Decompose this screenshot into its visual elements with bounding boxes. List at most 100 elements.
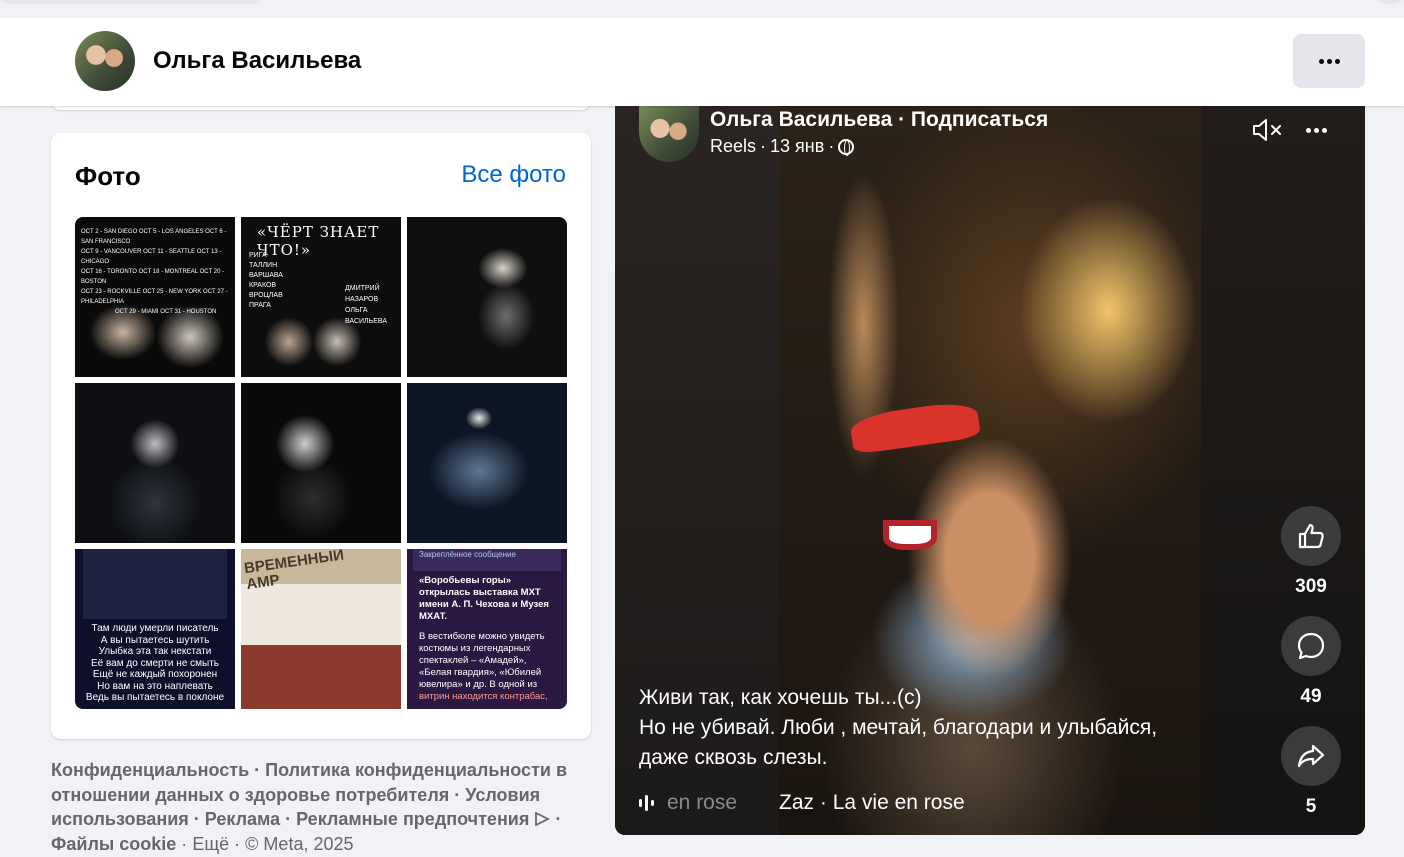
screenshot-header bbox=[83, 549, 227, 619]
photos-card: Фото Все фото OCT 2 - SAN DIEGO OCT 5 - … bbox=[51, 133, 591, 739]
photo-tile-7[interactable]: Там люди умерли писатель А вы пытаетесь … bbox=[75, 549, 235, 709]
tour-line: OCT 9 - VANCOUVER OCT 11 - SEATTLE OCT 1… bbox=[81, 249, 222, 265]
tour-line: OCT 23 - ROCKVILLE OCT 25 - NEW YORK OCT… bbox=[81, 289, 228, 305]
pinned-label: Закреплённое сообщение bbox=[419, 550, 516, 559]
post-line: костюмы из легендарных bbox=[419, 643, 531, 654]
tour-line: OCT 16 - TORONTO OCT 18 - MONTREAL OCT 2… bbox=[81, 269, 225, 285]
photo-tile-2[interactable]: «ЧЁРТ ЗНАЕТ ЧТО!» РИГА ТАЛЛИН ВАРШАВА КР… bbox=[241, 217, 401, 377]
city: ВРОЦЛАВ bbox=[249, 292, 283, 299]
volume-muted-icon[interactable] bbox=[1251, 116, 1285, 144]
city: РИГА bbox=[249, 252, 267, 259]
more-dots-icon bbox=[1305, 127, 1327, 133]
profile-header-bar: Ольга Васильева bbox=[0, 18, 1404, 106]
reel-player[interactable]: Ольга Васильева · Подписаться Reels · 13… bbox=[615, 106, 1365, 835]
video-smile bbox=[883, 520, 937, 550]
like-button[interactable] bbox=[1281, 506, 1341, 566]
like-action: 309 bbox=[1281, 506, 1341, 598]
poem-line: Улыбка эта так некстати bbox=[98, 646, 212, 657]
poem-lines: Там люди умерли писатель А вы пытаетесь … bbox=[75, 623, 235, 704]
page-footer: Конфиденциальность · Политика конфиденци… bbox=[51, 760, 568, 854]
photo-tile-8[interactable]: ВРЕМЕННЫЙ АМР bbox=[241, 549, 401, 709]
top-account-button[interactable] bbox=[1370, 0, 1404, 4]
reel-caption: Живи так, как хочешь ты...(с) Но не убив… bbox=[639, 683, 1209, 773]
ad-choices-icon bbox=[534, 808, 551, 827]
pinned-post-text: «Воробьевы горы» открылась выставка МХТ … bbox=[419, 575, 565, 703]
poem-line: А вы пытаетесь шутить bbox=[100, 634, 210, 646]
like-count: 309 bbox=[1295, 576, 1327, 597]
share-count: 5 bbox=[1305, 796, 1317, 817]
post-line: спектаклей – «Амадей», bbox=[419, 655, 527, 666]
footer-link-ad-choices[interactable]: Рекламные предпочтения bbox=[296, 809, 529, 829]
tour-line: OCT 2 - SAN DIEGO OCT 5 - LOS ANGELES OC… bbox=[81, 229, 227, 245]
audio-wave-icon bbox=[639, 794, 655, 812]
footer-link-privacy[interactable]: Конфиденциальность bbox=[51, 760, 249, 780]
profile-avatar[interactable] bbox=[75, 31, 135, 91]
footer-link-cookies[interactable]: Файлы cookie bbox=[51, 834, 176, 854]
footer-link-more[interactable]: Ещё bbox=[192, 834, 229, 854]
poster-names: ДМИТРИЙ НАЗАРОВ ОЛЬГА ВАСИЛЬЕВА bbox=[345, 283, 401, 327]
profile-more-button[interactable] bbox=[1293, 34, 1365, 88]
reel-follow-button[interactable]: Подписаться bbox=[911, 108, 1048, 131]
poster-cities: РИГА ТАЛЛИН ВАРШАВА КРАКОВ ВРОЦЛАВ ПРАГА bbox=[249, 251, 283, 311]
actor-name: ОЛЬГА ВАСИЛЬЕВА bbox=[345, 307, 387, 325]
reel-date[interactable]: 13 янв bbox=[770, 136, 824, 157]
poem-line: Но вам на это наплевать bbox=[97, 680, 213, 692]
caption-line: Живи так, как хочешь ты...(с) bbox=[639, 686, 922, 709]
reel-author-line: Ольга Васильева · Подписаться bbox=[710, 108, 1048, 132]
poem-line: Ведь вы пытаетесь в поклоне bbox=[85, 692, 225, 703]
post-line: «Воробьевы горы» bbox=[419, 575, 511, 586]
photos-title: Фото bbox=[75, 161, 141, 191]
post-spacer bbox=[419, 623, 565, 631]
footer-link-ads[interactable]: Реклама bbox=[205, 809, 280, 829]
photo-tile-1[interactable]: OCT 2 - SAN DIEGO OCT 5 - LOS ANGELES OC… bbox=[75, 217, 235, 377]
comment-action: 49 bbox=[1281, 616, 1341, 708]
post-line: В вестибюле можно увидеть bbox=[419, 631, 545, 642]
city: КРАКОВ bbox=[249, 282, 277, 289]
all-photos-link[interactable]: Все фото bbox=[461, 161, 566, 189]
music-ticker-faded: en rose bbox=[667, 791, 738, 814]
post-line: имени А. П. Чехова и Музея bbox=[419, 599, 549, 610]
share-action: 5 bbox=[1281, 726, 1341, 818]
reel-more-button[interactable] bbox=[1301, 118, 1331, 142]
comment-button[interactable] bbox=[1281, 616, 1341, 676]
post-line: «Белая гвардия», «Юбилей bbox=[419, 667, 542, 678]
photo-tile-9[interactable]: Закреплённое сообщение «Воробьевы горы» … bbox=[407, 549, 567, 709]
profile-name[interactable]: Ольга Васильева bbox=[153, 47, 361, 75]
actor-name: ДМИТРИЙ НАЗАРОВ bbox=[345, 285, 380, 303]
reel-dot: · bbox=[898, 108, 911, 131]
city: ПРАГА bbox=[249, 302, 271, 309]
reel-author-name[interactable]: Ольга Васильева bbox=[710, 108, 892, 131]
photo-tile-6[interactable] bbox=[407, 383, 567, 543]
post-line: ювелира» и др. В одной из bbox=[419, 679, 538, 690]
reel-meta: Reels · 13 янв · bbox=[710, 136, 855, 157]
caption-line: Но не убивай. Люби , мечтай, благодари и… bbox=[639, 716, 1158, 739]
comment-icon bbox=[1297, 632, 1325, 660]
exhibition-sign: ВРЕМЕННЫЙ АМР bbox=[243, 549, 345, 594]
city: ВАРШАВА bbox=[249, 272, 283, 279]
footer-copyright: © Meta, 2025 bbox=[245, 833, 354, 854]
photo-tile-5[interactable] bbox=[241, 383, 401, 543]
top-search-pill[interactable] bbox=[0, 0, 260, 4]
city: ТАЛЛИН bbox=[249, 262, 278, 269]
music-title: Zaz · La vie en rose bbox=[779, 791, 965, 814]
post-line: открылась выставка МХТ bbox=[419, 587, 541, 598]
more-dots-icon bbox=[1318, 58, 1340, 64]
reel-music[interactable]: en rose Zaz · La vie en rose bbox=[639, 791, 965, 815]
poem-line: Ещё не каждый похоронен bbox=[92, 669, 218, 680]
photo-tile-4[interactable] bbox=[75, 383, 235, 543]
tour-dates: OCT 2 - SAN DIEGO OCT 5 - LOS ANGELES OC… bbox=[81, 227, 231, 317]
reel-type[interactable]: Reels bbox=[710, 136, 756, 157]
share-arrow-icon bbox=[1297, 744, 1325, 768]
caption-line: даже сквозь слезы. bbox=[639, 746, 828, 769]
tour-line: OCT 29 - MIAMI OCT 31 - HOUSTON bbox=[115, 309, 217, 315]
share-button[interactable] bbox=[1281, 726, 1341, 786]
reel-dot: · bbox=[760, 136, 767, 156]
post-line: витрин находится контрабас, bbox=[419, 691, 548, 702]
reel-dot: · bbox=[828, 136, 835, 156]
photo-tile-3[interactable] bbox=[407, 217, 567, 377]
thumbs-up-icon bbox=[1298, 523, 1324, 549]
photo-grid: OCT 2 - SAN DIEGO OCT 5 - LOS ANGELES OC… bbox=[75, 217, 567, 709]
footer-separator: · bbox=[181, 833, 188, 854]
poem-line: Там люди умерли писатель bbox=[91, 623, 219, 634]
comment-count: 49 bbox=[1300, 686, 1322, 707]
